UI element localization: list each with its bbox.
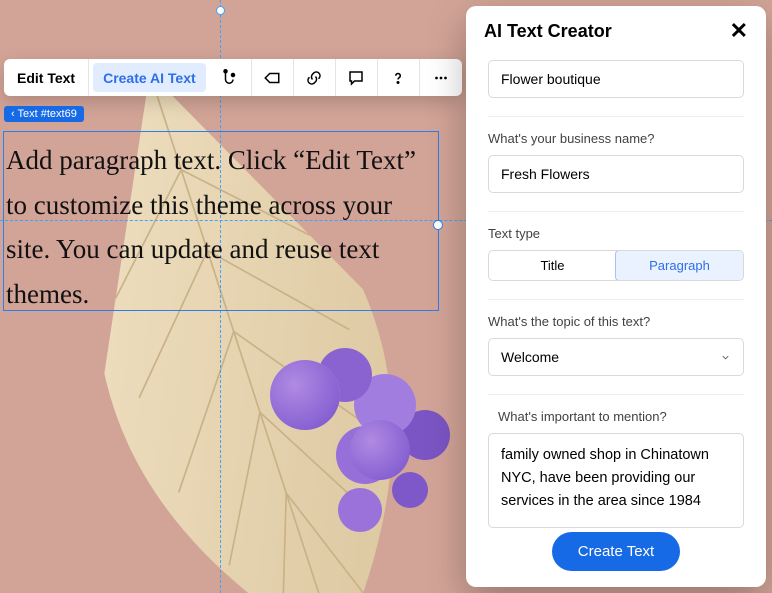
panel-title: AI Text Creator bbox=[484, 21, 612, 42]
comment-icon[interactable] bbox=[336, 59, 378, 96]
paragraph-text-element[interactable]: Add paragraph text. Click “Edit Text” to… bbox=[3, 131, 439, 311]
more-icon[interactable] bbox=[420, 59, 462, 96]
topic-select[interactable]: Welcome bbox=[488, 338, 744, 376]
decorative-flowers bbox=[250, 320, 480, 580]
link-icon[interactable] bbox=[294, 59, 336, 96]
chevron-down-icon bbox=[720, 352, 731, 363]
important-label: What's important to mention? bbox=[498, 409, 744, 424]
important-textarea[interactable] bbox=[488, 433, 744, 528]
close-icon[interactable]: ✕ bbox=[730, 20, 748, 42]
element-tag-label[interactable]: ‹ Text #text69 bbox=[4, 106, 84, 122]
text-type-paragraph[interactable]: Paragraph bbox=[615, 250, 744, 281]
text-type-title[interactable]: Title bbox=[489, 251, 616, 280]
topic-label: What's the topic of this text? bbox=[488, 314, 744, 329]
ai-text-creator-panel: AI Text Creator ✕ What's your business n… bbox=[466, 6, 766, 587]
business-name-input[interactable] bbox=[488, 155, 744, 193]
paragraph-text-content: Add paragraph text. Click “Edit Text” to… bbox=[6, 145, 416, 309]
seo-tag-icon[interactable] bbox=[252, 59, 294, 96]
text-type-segmented: Title Paragraph bbox=[488, 250, 744, 281]
business-type-input[interactable] bbox=[488, 60, 744, 98]
create-ai-text-button[interactable]: Create AI Text bbox=[93, 63, 206, 92]
text-type-label: Text type bbox=[488, 226, 744, 241]
editor-canvas: Edit Text Create AI Text ‹ Text #text69 … bbox=[0, 0, 772, 593]
animation-icon[interactable] bbox=[210, 59, 252, 96]
floating-toolbar: Edit Text Create AI Text bbox=[4, 59, 462, 96]
panel-scroll-body[interactable]: What's your business name? Text type Tit… bbox=[466, 60, 766, 528]
resize-handle-right[interactable] bbox=[433, 220, 443, 230]
business-name-label: What's your business name? bbox=[488, 131, 744, 146]
guide-dot-top bbox=[216, 6, 225, 15]
edit-text-button[interactable]: Edit Text bbox=[4, 59, 89, 96]
create-text-button[interactable]: Create Text bbox=[552, 532, 680, 571]
help-icon[interactable] bbox=[378, 59, 420, 96]
topic-selected-value: Welcome bbox=[501, 349, 559, 365]
